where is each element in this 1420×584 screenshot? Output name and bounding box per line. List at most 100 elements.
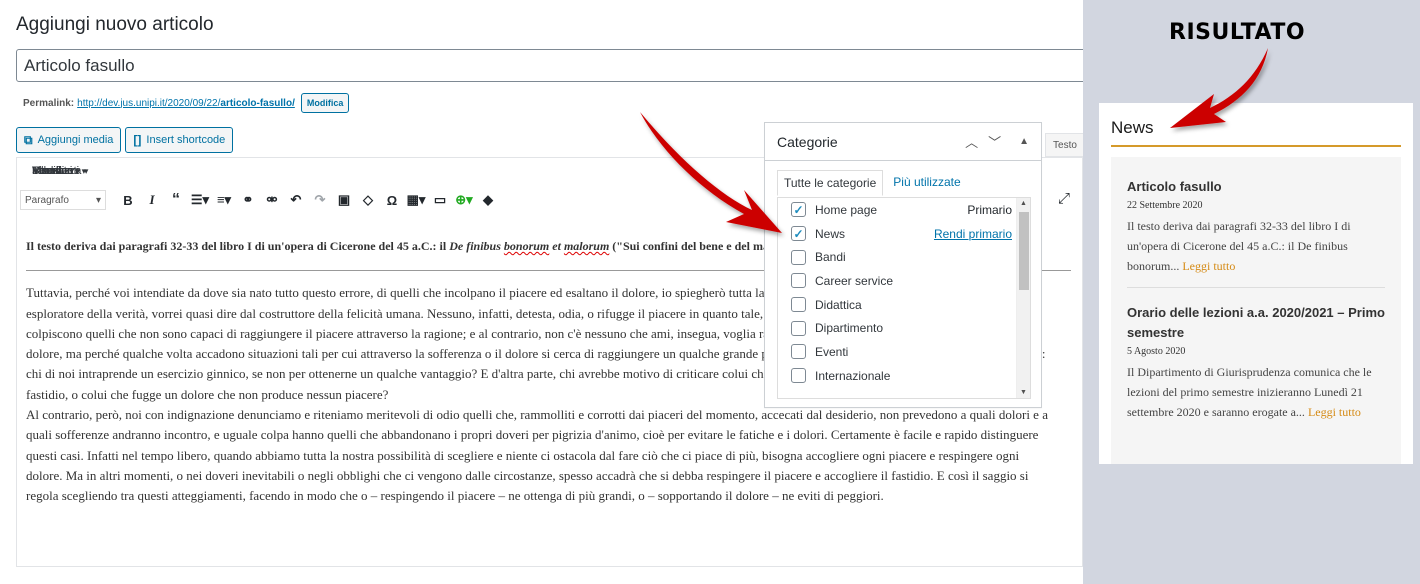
categories-panel: Categorie ︿ ﹀ ▲ Tutte le categorie Più u… — [764, 122, 1042, 408]
tab-most-used[interactable]: Più utilizzate — [887, 170, 966, 196]
blockquote-icon[interactable]: “ — [166, 189, 186, 211]
category-item-home-page[interactable]: ✓ Home page Primario — [778, 198, 1030, 222]
chevron-up-icon[interactable]: ︿ — [965, 132, 978, 151]
news-list: Articolo fasullo 22 Settembre 2020 Il te… — [1111, 157, 1401, 464]
text-line: dolore. Ma in altri momenti, o nei dover… — [26, 467, 1029, 483]
post-title-input[interactable]: Articolo fasullo — [16, 49, 1096, 82]
excerpt-text: Il testo deriva dai paragrafi 32-33 del … — [1127, 219, 1351, 273]
news-item: Orario delle lezioni a.a. 2020/2021 – Pr… — [1127, 303, 1389, 422]
categories-title: Categorie — [777, 133, 838, 150]
lead-italic: malorum — [563, 239, 610, 253]
bullet-list-icon[interactable]: ☰▾ — [190, 189, 210, 211]
insert-shortcode-label: Insert shortcode — [146, 134, 226, 146]
unlink-icon[interactable]: ⚮ — [262, 189, 282, 211]
checkbox[interactable] — [791, 344, 806, 360]
omega-icon[interactable]: Ω — [382, 189, 402, 211]
numbered-list-icon[interactable]: ≡▾ — [214, 189, 234, 211]
book-icon[interactable]: ▭ — [430, 189, 450, 211]
redo-icon[interactable]: ↷ — [310, 189, 330, 211]
media-icon: ⧉ — [24, 132, 33, 147]
table-icon[interactable]: ▦▾ — [406, 189, 426, 211]
category-item-didattica[interactable]: Didattica — [778, 293, 1030, 317]
lead-italic: De finibus — [449, 239, 504, 253]
news-item-excerpt: Il testo deriva dai paragrafi 32-33 del … — [1127, 216, 1389, 276]
post-editor: Aggiungi nuovo articolo Articolo fasullo… — [0, 0, 1096, 584]
category-label: Career service — [815, 273, 894, 288]
text-line: regola scegliendo tra questi atteggiamen… — [26, 488, 884, 504]
checkbox-checked[interactable]: ✓ — [791, 202, 806, 218]
format-select[interactable]: Paragrafo ▾ — [20, 190, 106, 210]
result-annotation: RISULTATO — [1169, 20, 1306, 45]
scroll-up-icon[interactable]: ▲ — [1020, 200, 1027, 207]
tab-all-categories[interactable]: Tutte le categorie — [777, 170, 884, 196]
checkbox[interactable] — [791, 368, 806, 384]
permalink-slug: articolo-fasullo/ — [220, 97, 295, 109]
result-preview: RISULTATO News Articolo fasullo 22 Sette… — [1083, 0, 1420, 584]
lead-italic: bonorum — [503, 239, 550, 253]
text-line: questi casi. Infatti nel tempo libero, q… — [26, 447, 1020, 463]
news-item-title[interactable]: Articolo fasullo — [1127, 177, 1389, 197]
permalink-row: Permalink: http://dev.jus.unipi.it/2020/… — [23, 93, 350, 113]
news-item: Articolo fasullo 22 Settembre 2020 Il te… — [1127, 177, 1389, 276]
news-title-underline — [1111, 145, 1401, 147]
read-more-link[interactable]: Leggi tutto — [1182, 259, 1235, 273]
read-more-link[interactable]: Leggi tutto — [1308, 405, 1361, 419]
media-buttons: ⧉ Aggiungi media [] Insert shortcode — [16, 127, 234, 153]
categories-header: Categorie ︿ ﹀ ▲ — [765, 123, 1041, 161]
scrollbar-thumb[interactable] — [1019, 212, 1029, 290]
edit-permalink-button[interactable]: Modifica — [300, 93, 350, 113]
news-item-excerpt: Il Dipartimento di Giurisprudenza comuni… — [1127, 362, 1389, 422]
news-item-date: 5 Agosto 2020 — [1127, 346, 1186, 357]
category-item-internazionale[interactable]: Internazionale — [778, 364, 1030, 388]
checkbox-checked[interactable]: ✓ — [791, 226, 806, 242]
paste-icon[interactable]: ▣ — [334, 189, 354, 211]
menu-tabella[interactable]: Tabella — [32, 165, 294, 177]
add-plugin-icon[interactable]: ⊕▾ — [454, 189, 474, 211]
category-label: News — [815, 226, 846, 241]
italic-icon[interactable]: I — [142, 189, 162, 211]
categories-scrollbar[interactable]: ▲ ▼ — [1016, 198, 1030, 398]
category-label: Bandi — [815, 250, 846, 265]
checkbox[interactable] — [791, 249, 806, 265]
editor-toolbar: Paragrafo ▾ B I “ ☰▾ ≡▾ ⚭ ⚮ ↶ ↷ ▣ ◇ Ω ▦▾… — [20, 188, 498, 212]
chevron-down-icon: ▾ — [95, 194, 101, 206]
category-item-bandi[interactable]: Bandi — [778, 245, 1030, 269]
category-item-dipartimento[interactable]: Dipartimento — [778, 316, 1030, 340]
collapse-toggle-icon[interactable]: ▲ — [1019, 136, 1029, 147]
link-icon[interactable]: ⚭ — [238, 189, 258, 211]
eraser-icon[interactable]: ◇ — [358, 189, 378, 211]
categories-tabs: Tutte le categorie Più utilizzate — [777, 170, 967, 196]
permalink-link[interactable]: http://dev.jus.unipi.it/2020/09/22/artic… — [77, 98, 295, 109]
category-label: Dipartimento — [815, 321, 884, 336]
category-label: Home page — [815, 202, 878, 217]
categories-list: ✓ Home page Primario ✓ News Rendi primar… — [777, 197, 1031, 399]
insert-shortcode-button[interactable]: [] Insert shortcode — [125, 127, 234, 153]
page-title: Aggiungi nuovo articolo — [16, 14, 214, 35]
checkbox[interactable] — [791, 297, 806, 313]
graduation-cap-icon[interactable]: ◆ — [478, 189, 498, 211]
category-label: Didattica — [815, 297, 862, 312]
chevron-down-icon[interactable]: ﹀ — [988, 132, 1001, 151]
permalink-base: http://dev.jus.unipi.it/2020/09/22/ — [77, 97, 221, 109]
checkbox[interactable] — [791, 273, 806, 289]
permalink-label: Permalink: — [23, 97, 75, 109]
category-item-news[interactable]: ✓ News Rendi primario — [778, 222, 1030, 246]
undo-icon[interactable]: ↶ — [286, 189, 306, 211]
add-media-button[interactable]: ⧉ Aggiungi media — [16, 127, 122, 153]
news-widget-title: News — [1111, 118, 1154, 137]
category-label: Eventi — [815, 344, 849, 359]
checkbox[interactable] — [791, 320, 806, 336]
add-media-label: Aggiungi media — [37, 134, 114, 146]
category-item-career-service[interactable]: Career service — [778, 269, 1030, 293]
news-divider — [1127, 287, 1385, 288]
make-primary-link[interactable]: Rendi primario — [934, 227, 1012, 241]
bold-icon[interactable]: B — [118, 189, 138, 211]
lead-text: ("Sui confini del bene e del male") — [609, 239, 789, 253]
category-item-eventi[interactable]: Eventi — [778, 340, 1030, 364]
fullscreen-icon[interactable]: ⤢ — [1058, 190, 1070, 207]
tab-text[interactable]: Testo — [1045, 133, 1085, 157]
news-item-date: 22 Settembre 2020 — [1127, 200, 1203, 211]
lead-italic: et — [549, 239, 564, 253]
news-item-title[interactable]: Orario delle lezioni a.a. 2020/2021 – Pr… — [1127, 303, 1389, 343]
scroll-down-icon[interactable]: ▼ — [1020, 389, 1027, 396]
